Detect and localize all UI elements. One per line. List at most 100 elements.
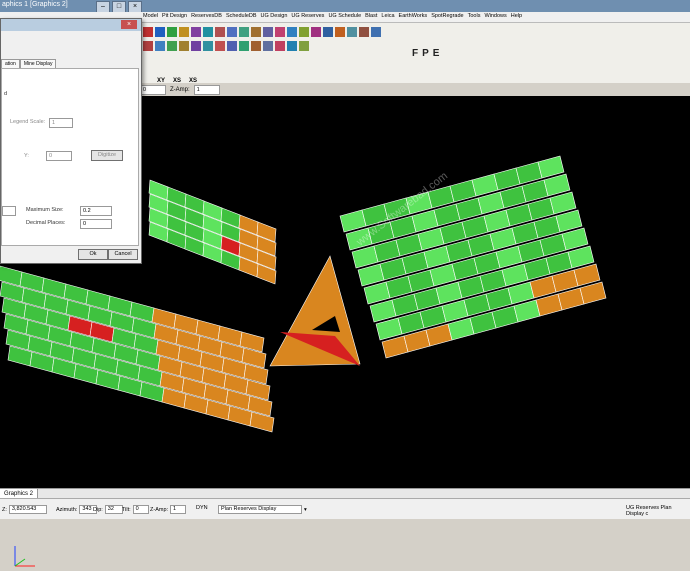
z-field-group: Z: 3,820.543 [2, 505, 47, 514]
split-tool-icon[interactable] [203, 41, 213, 51]
triangle-tool-icon[interactable] [179, 27, 189, 37]
pit-tool-icon[interactable] [143, 27, 153, 37]
menu-blast[interactable]: Blast [365, 13, 377, 19]
section-tool-icon[interactable] [263, 27, 273, 37]
menu-ug-design[interactable]: UG Design [261, 13, 288, 19]
max-size-input[interactable]: 0.2 [80, 206, 112, 216]
measure-tool-icon[interactable] [323, 27, 333, 37]
right-row-block [543, 173, 571, 197]
copy-tool-icon[interactable] [167, 41, 177, 51]
report-tool-icon[interactable] [359, 27, 369, 37]
right-row-block [535, 293, 563, 317]
cancel-button[interactable]: Cancel [108, 249, 138, 260]
y-input[interactable]: 0 [46, 151, 72, 161]
right-row-block [457, 275, 485, 299]
tilt-value[interactable]: 0 [132, 505, 149, 514]
size-spinner[interactable] [2, 206, 16, 216]
surface-tool-icon[interactable] [203, 27, 213, 37]
zero-field[interactable]: 0 [140, 85, 166, 95]
right-row-block [527, 197, 555, 221]
right-row-block [555, 209, 583, 233]
right-row-block [417, 227, 445, 251]
move-tool-icon[interactable] [155, 41, 165, 51]
status-zamp-value[interactable]: 1 [170, 505, 187, 514]
grid-tool-icon[interactable] [155, 27, 165, 37]
p-button[interactable]: P [422, 48, 429, 59]
tab-legend-location[interactable]: ation [1, 59, 20, 68]
delete-tool-icon[interactable] [179, 41, 189, 51]
close-string-icon[interactable] [287, 41, 297, 51]
menu-scheduledb[interactable]: ScheduleDB [226, 13, 257, 19]
rotate-tool-icon[interactable] [311, 27, 321, 37]
open-string-icon[interactable] [299, 41, 309, 51]
join-tool-icon[interactable] [191, 41, 201, 51]
right-row-block [429, 263, 457, 287]
menu-ug-schedule[interactable]: UG Schedule [328, 13, 361, 19]
right-row-block [483, 209, 511, 233]
zoom-tool-icon[interactable] [287, 27, 297, 37]
export-tool-icon[interactable] [371, 27, 381, 37]
solid-tool-icon[interactable] [191, 27, 201, 37]
right-row-block [533, 215, 561, 239]
densify-tool-icon[interactable] [263, 41, 273, 51]
view-xs2-button[interactable]: XS [189, 78, 197, 84]
dialog-close-icon[interactable]: × [121, 20, 137, 29]
menu-help[interactable]: Help [511, 13, 522, 19]
extend-tool-icon[interactable] [239, 41, 249, 51]
menu-pit-design[interactable]: Pit Design [162, 13, 187, 19]
edit-tool-icon[interactable] [143, 41, 153, 51]
color-tool-icon[interactable] [275, 27, 285, 37]
menu-tools[interactable]: Tools [468, 13, 481, 19]
label-tool-icon[interactable] [335, 27, 345, 37]
z-value: 3,820.543 [8, 505, 47, 514]
menu-ug-reserves[interactable]: UG Reserves [291, 13, 324, 19]
layer-tool-icon[interactable] [167, 27, 177, 37]
menu-model[interactable]: Model [143, 13, 158, 19]
point-tool-icon[interactable] [239, 27, 249, 37]
right-row-block [529, 275, 557, 299]
display-select-group: Plan Reserves Display ▾ [218, 505, 307, 514]
right-row-block [477, 191, 505, 215]
pan-tool-icon[interactable] [299, 27, 309, 37]
right-row-block [489, 227, 517, 251]
right-row-block [403, 329, 431, 353]
trim-tool-icon[interactable] [227, 41, 237, 51]
right-row-block [511, 221, 539, 245]
legend-scale-input[interactable]: 1 [49, 118, 73, 128]
axis-indicator-icon [10, 541, 40, 571]
menu-leica[interactable]: Leica [381, 13, 394, 19]
offset-tool-icon[interactable] [215, 41, 225, 51]
right-row-block [517, 239, 545, 263]
reverse-tool-icon[interactable] [275, 41, 285, 51]
drill-tool-icon[interactable] [251, 27, 261, 37]
right-row-block [413, 287, 441, 311]
view-xy-button[interactable]: XY [157, 78, 165, 84]
right-row-block [441, 299, 469, 323]
right-row-block [439, 221, 467, 245]
z-label: Z: [2, 506, 7, 513]
menu-spotregrade[interactable]: SpotRegrade [431, 13, 463, 19]
query-tool-icon[interactable] [347, 27, 357, 37]
block-tool-icon[interactable] [215, 27, 225, 37]
display-select[interactable]: Plan Reserves Display [218, 505, 302, 514]
window-titlebar: aphics 1 [Graphics 2] – □ × [0, 0, 690, 13]
e-button[interactable]: E [433, 48, 440, 59]
chevron-down-icon[interactable]: ▾ [304, 507, 307, 513]
smooth-tool-icon[interactable] [251, 41, 261, 51]
dip-value[interactable]: 32 [104, 505, 123, 514]
zamp-field[interactable]: 1 [193, 85, 220, 95]
decimal-places-input[interactable]: 0 [80, 219, 112, 229]
ok-button[interactable]: Ok [78, 249, 108, 260]
f-button[interactable]: F [412, 48, 418, 59]
digitize-button[interactable]: Digitize [91, 150, 123, 161]
menu-reservesdb[interactable]: ReservesDB [191, 13, 222, 19]
right-row-block [379, 257, 407, 281]
right-row-block [351, 245, 379, 269]
string-tool-icon[interactable] [227, 27, 237, 37]
menu-windows[interactable]: Windows [484, 13, 506, 19]
view-xs-button[interactable]: XS [173, 78, 181, 84]
menu-items: Model Pit Design ReservesDB ScheduleDB U… [143, 13, 522, 19]
menu-earthworks[interactable]: EarthWorks [399, 13, 428, 19]
legend-dialog: × ation Mine Display d Legend Scale: 1 Y… [0, 18, 142, 264]
tab-mine-display[interactable]: Mine Display [19, 59, 57, 68]
